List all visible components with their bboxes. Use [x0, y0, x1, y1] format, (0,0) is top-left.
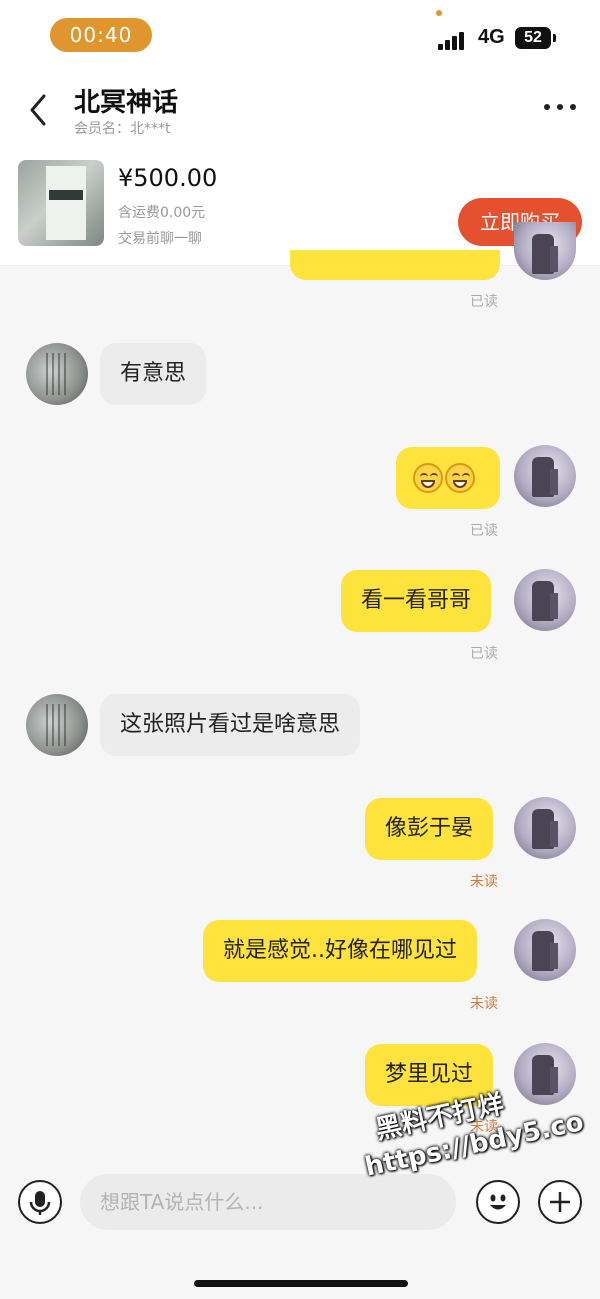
input-bar: [0, 1160, 600, 1299]
back-arrow-icon[interactable]: [24, 90, 54, 130]
home-indicator[interactable]: [194, 1280, 408, 1287]
contact-avatar[interactable]: [26, 694, 88, 756]
battery-tip: [553, 34, 556, 42]
unread-status: 未读: [470, 996, 498, 1012]
message-input[interactable]: [80, 1174, 456, 1230]
privacy-indicator-dot: [436, 10, 442, 16]
voice-input-button[interactable]: [18, 1180, 62, 1224]
battery-icon: 52: [515, 27, 551, 49]
my-avatar[interactable]: [514, 919, 576, 981]
signal-icon: [438, 30, 470, 50]
product-image-strip: [46, 166, 86, 240]
message-bubble-partial[interactable]: [290, 250, 500, 280]
more-options-icon[interactable]: [540, 102, 580, 112]
grin-squint-icon: [445, 463, 475, 493]
grin-squint-icon: [413, 463, 443, 493]
message-bubble[interactable]: 看一看哥哥: [341, 570, 492, 632]
message-bubble[interactable]: 有意思: [100, 343, 207, 405]
contact-avatar[interactable]: [26, 343, 88, 405]
member-name: 会员名：北***t: [74, 121, 171, 137]
product-thumbnail[interactable]: [18, 160, 104, 246]
my-avatar[interactable]: [514, 569, 576, 631]
microphone-icon: [29, 1191, 51, 1215]
chat-title: 北冥神话: [74, 88, 179, 118]
product-price: ¥500.00: [118, 164, 218, 192]
more-actions-button[interactable]: [538, 1180, 582, 1224]
my-avatar[interactable]: [514, 222, 576, 280]
my-avatar[interactable]: [514, 445, 576, 507]
my-avatar[interactable]: [514, 797, 576, 859]
smile-icon: [490, 1194, 506, 1210]
chat-before-trade-note: 交易前聊一聊: [118, 231, 202, 247]
network-label: 4G: [478, 26, 505, 48]
emoji-picker-button[interactable]: [476, 1180, 520, 1224]
shipping-fee: 含运费0.00元: [118, 205, 206, 221]
status-time: 00:40: [50, 18, 152, 52]
message-bubble[interactable]: 就是感觉..好像在哪见过: [203, 920, 477, 982]
read-status: 已读: [470, 646, 498, 662]
chat-header: 北冥神话 会员名：北***t ¥500.00 含运费0.00元 交易前聊一聊 立…: [0, 72, 600, 266]
read-status: 已读: [470, 294, 498, 310]
product-image-label: [49, 190, 83, 200]
read-status: 已读: [470, 523, 498, 539]
plus-icon: [550, 1192, 570, 1212]
message-bubble[interactable]: 像彭于晏: [365, 798, 494, 860]
message-bubble-emoji[interactable]: [396, 447, 500, 509]
message-bubble[interactable]: 这张照片看过是啥意思: [100, 694, 361, 756]
unread-status: 未读: [470, 874, 498, 890]
status-bar: 00:40 4G 52: [0, 0, 600, 72]
